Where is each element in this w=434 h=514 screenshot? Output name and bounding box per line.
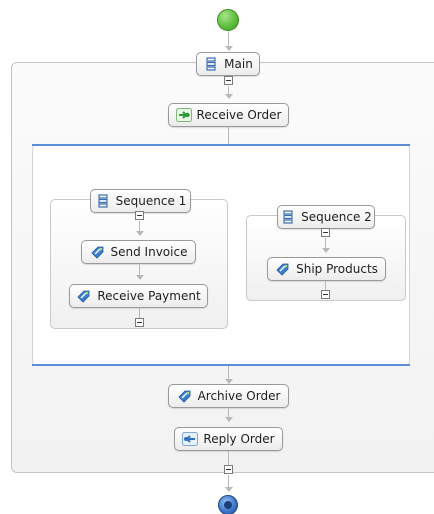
connector-arrow — [225, 487, 233, 492]
main-collapse-button[interactable] — [224, 76, 233, 85]
start-node[interactable] — [217, 9, 239, 31]
receive-icon — [175, 107, 192, 123]
connector-line — [139, 308, 140, 318]
sequence-1-collapse-button[interactable] — [135, 211, 144, 220]
sequence-2-end-collapse-button[interactable] — [321, 290, 330, 299]
sequence-1-label: Sequence 1 — [115, 194, 187, 208]
send-invoice-label: Send Invoice — [110, 245, 188, 259]
connector-arrow — [225, 94, 233, 99]
invoke-icon — [76, 288, 92, 304]
invoke-icon — [90, 244, 106, 260]
sequence-1-end-collapse-button[interactable] — [135, 318, 144, 327]
ship-products-node[interactable]: Ship Products — [267, 257, 386, 281]
reply-icon — [182, 431, 199, 447]
connector-arrow — [225, 46, 233, 51]
end-node[interactable] — [218, 495, 238, 514]
archive-order-node[interactable]: Archive Order — [168, 384, 289, 408]
sequence-2-node[interactable]: Sequence 2 — [277, 205, 375, 229]
connector-arrow — [136, 231, 144, 236]
sequence-icon — [95, 193, 111, 209]
ship-products-label: Ship Products — [296, 262, 378, 276]
send-invoice-node[interactable]: Send Invoice — [81, 240, 196, 264]
reply-order-label: Reply Order — [203, 432, 275, 446]
main-label: Main — [224, 57, 253, 71]
main-end-collapse-button[interactable] — [224, 465, 233, 474]
invoke-icon — [275, 261, 291, 277]
connector-line — [228, 127, 229, 144]
connector-arrow — [136, 275, 144, 280]
sequence-2-label: Sequence 2 — [301, 210, 372, 224]
archive-order-label: Archive Order — [197, 389, 281, 403]
main-sequence-node[interactable]: Main — [196, 52, 260, 76]
connector-arrow — [322, 248, 330, 253]
receive-order-label: Receive Order — [196, 108, 282, 122]
connector-line — [228, 31, 229, 47]
receive-payment-label: Receive Payment — [97, 289, 201, 303]
sequence-icon — [280, 209, 296, 225]
connector-arrow — [225, 417, 233, 422]
flow-top-bar — [32, 144, 410, 146]
sequence-2-collapse-button[interactable] — [321, 228, 330, 237]
receive-order-node[interactable]: Receive Order — [168, 103, 289, 127]
connector-line — [325, 281, 326, 290]
sequence-1-node[interactable]: Sequence 1 — [90, 189, 191, 213]
receive-payment-node[interactable]: Receive Payment — [69, 284, 208, 308]
connector-line — [228, 451, 229, 465]
reply-order-node[interactable]: Reply Order — [174, 427, 283, 451]
sequence-icon — [203, 56, 219, 72]
flow-bottom-bar — [32, 364, 410, 366]
invoke-icon — [177, 388, 193, 404]
